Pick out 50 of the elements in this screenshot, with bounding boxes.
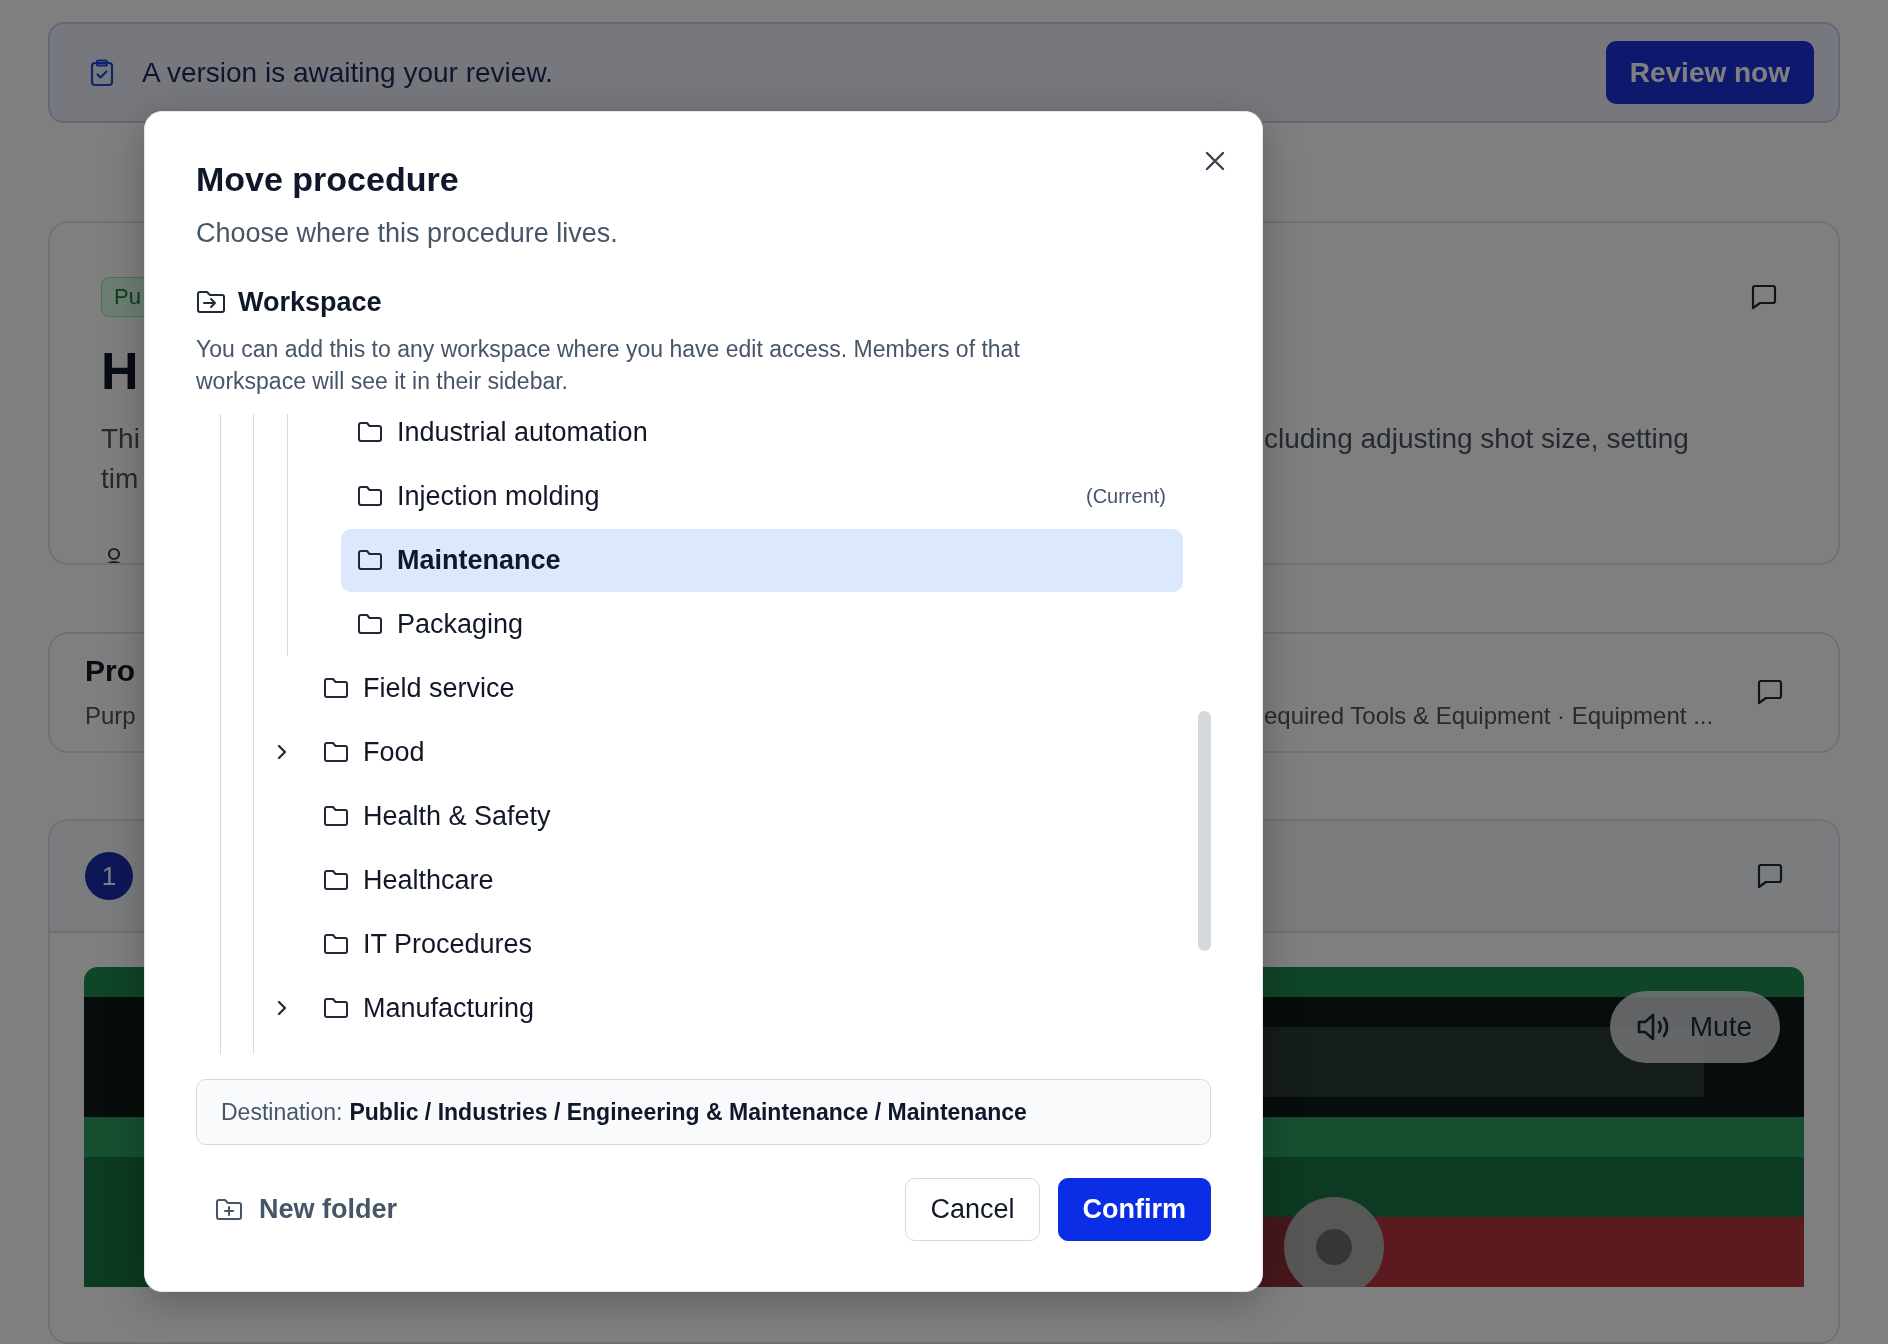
folder-item[interactable]: Packaging xyxy=(341,592,1183,656)
comment-icon[interactable] xyxy=(1756,679,1784,706)
scrollbar-thumb[interactable] xyxy=(1198,711,1211,951)
folder-item[interactable]: Manufacturing xyxy=(307,976,1183,1040)
description-text: Thi xyxy=(101,423,140,455)
banner-message: A version is awaiting your review. xyxy=(142,56,554,89)
folder-plus-icon xyxy=(215,1197,243,1222)
confirm-button[interactable]: Confirm xyxy=(1057,1178,1211,1241)
folder-icon xyxy=(323,869,349,891)
chevron-right-icon[interactable] xyxy=(275,998,289,1018)
destination-label: Destination: xyxy=(221,1098,343,1126)
folder-item[interactable]: Healthcare xyxy=(307,848,1183,912)
folder-item[interactable]: Field service xyxy=(307,656,1183,720)
folder-item[interactable]: Maintenance xyxy=(341,528,1183,592)
folder-icon xyxy=(357,421,383,443)
folder-arrow-icon xyxy=(196,289,226,315)
procedure-title: H xyxy=(101,341,139,402)
comment-icon[interactable] xyxy=(1756,863,1784,889)
dialog-subtitle: Choose where this procedure lives. xyxy=(196,217,619,250)
description-text: tim xyxy=(101,463,139,495)
close-icon[interactable] xyxy=(1204,150,1226,172)
cancel-button[interactable]: Cancel xyxy=(905,1178,1040,1241)
folder-icon xyxy=(323,805,349,827)
new-folder-button[interactable]: New folder xyxy=(196,1194,398,1225)
dialog-title: Move procedure xyxy=(196,159,460,199)
folder-item[interactable]: Industrial automation xyxy=(341,414,1183,464)
description-text: cluding adjusting shot size, setting xyxy=(1264,422,1689,457)
folder-icon xyxy=(323,933,349,955)
folder-item[interactable]: Food xyxy=(307,720,1183,784)
folder-item[interactable]: IT Procedures xyxy=(307,912,1183,976)
clipboard-check-icon xyxy=(90,58,114,87)
section-summary: Purp xyxy=(85,702,136,730)
destination-path: Public / Industries / Engineering & Maintenance / Maintenance xyxy=(349,1098,1027,1126)
folder-icon xyxy=(357,485,383,507)
section-heading: Workspace xyxy=(238,286,382,318)
current-tag: (Current) xyxy=(1086,484,1166,508)
folder-item[interactable]: Injection molding (Current) xyxy=(341,464,1183,528)
section-title: Pro xyxy=(85,653,135,690)
folder-icon xyxy=(323,741,349,763)
folder-icon xyxy=(323,677,349,699)
comment-icon[interactable] xyxy=(1750,284,1778,311)
section-description: You can add this to any workspace where you have edit access. Members of that workspace will see it in their sidebar. xyxy=(196,335,1021,396)
chevron-right-icon[interactable] xyxy=(275,742,289,762)
folder-icon xyxy=(357,613,383,635)
section-summary: equired Tools & Equipment · Equipment ... xyxy=(1264,701,1714,732)
review-now-button[interactable]: Review now xyxy=(1605,41,1814,104)
folder-icon xyxy=(323,997,349,1019)
folder-item[interactable]: Health & Safety xyxy=(307,784,1183,848)
step-number: 1 xyxy=(85,852,133,900)
folder-icon xyxy=(357,549,383,571)
